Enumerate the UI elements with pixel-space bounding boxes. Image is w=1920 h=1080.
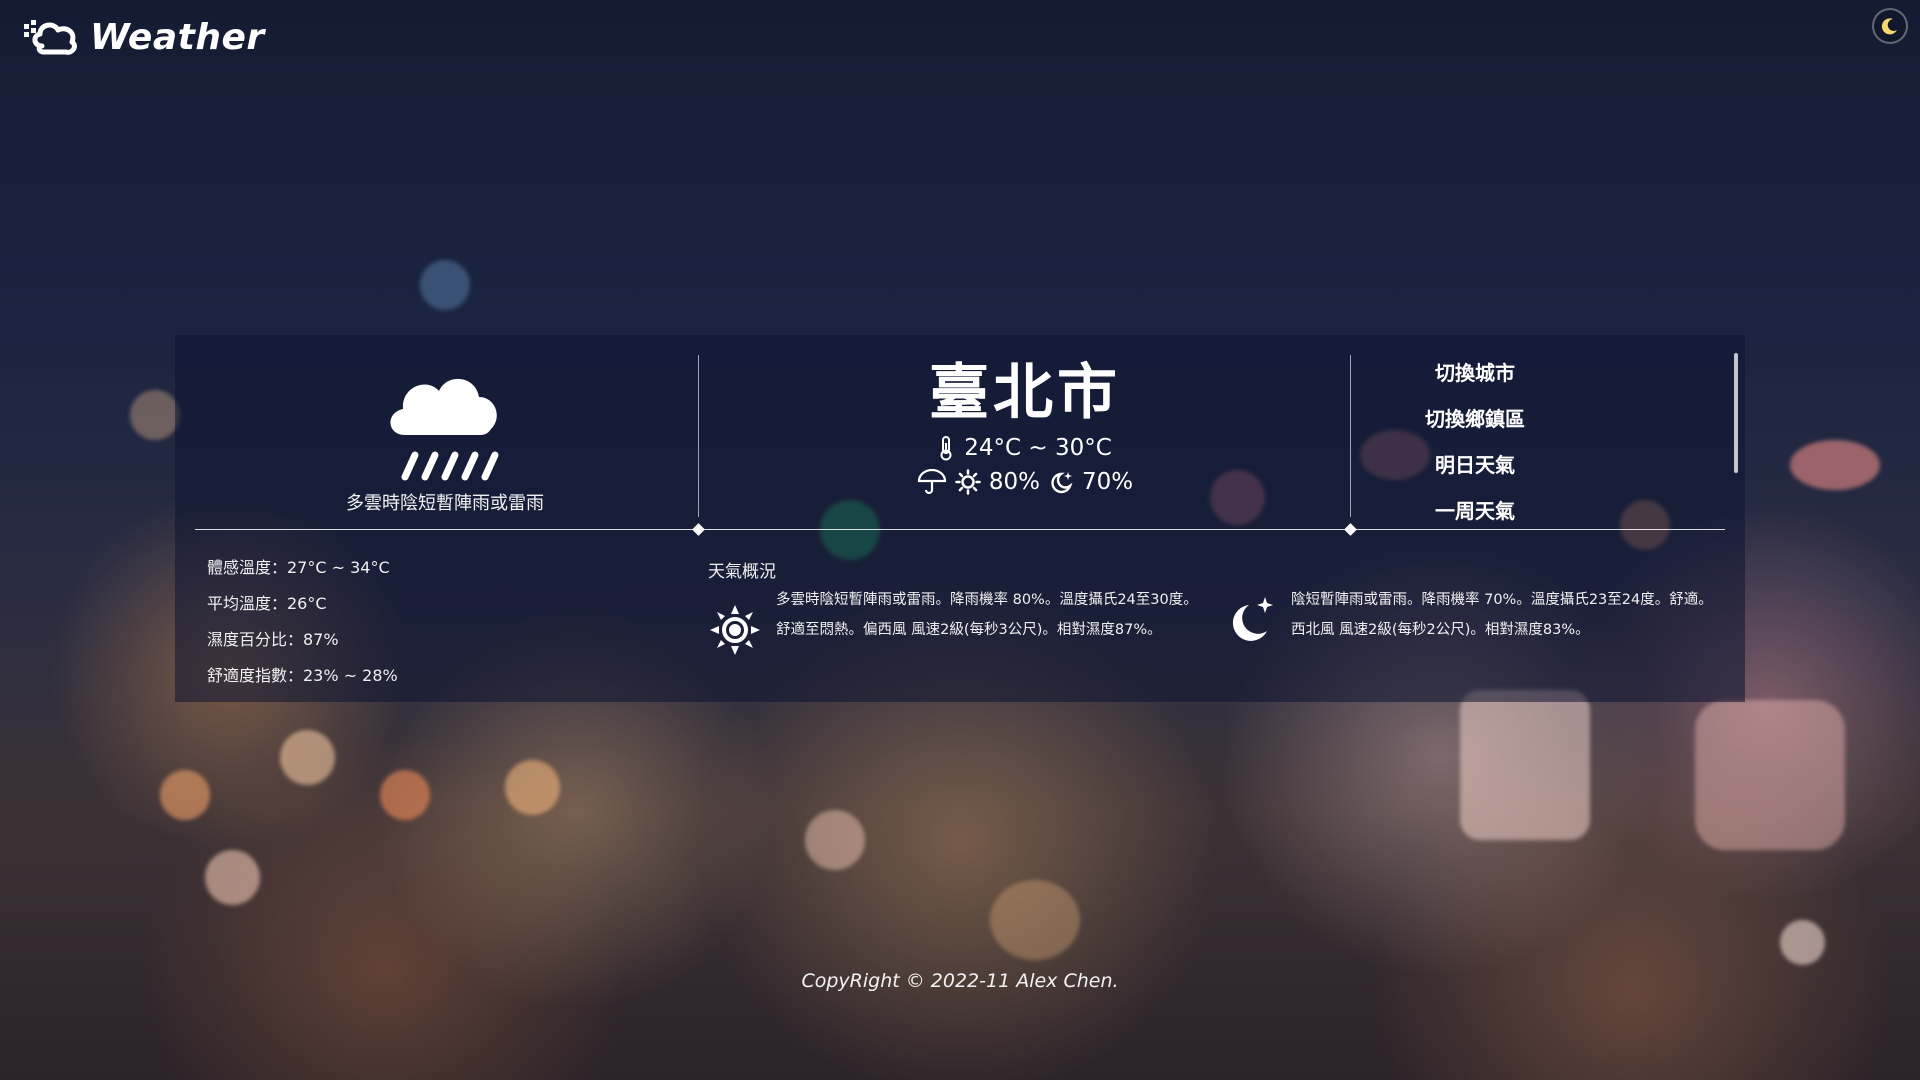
menu-scrollbar[interactable] <box>1734 353 1738 473</box>
footer-copyright: CopyRight © 2022-11 Alex Chen. <box>801 970 1119 992</box>
rain-probability-day: 80% <box>988 469 1040 495</box>
day-description: 多雲時陰短暫陣雨或雷雨。降雨機率 80%。溫度攝氏24至30度。舒適至悶熱。偏西… <box>776 592 1198 638</box>
moon-star-icon <box>1051 472 1073 494</box>
current-weather: 多雲時陰短暫陣雨或雷雨 <box>195 355 695 515</box>
night-description: 陰短暫陣雨或雷雨。降雨機率 70%。溫度攝氏23至24度。舒適。西北風 風速2級… <box>1291 592 1713 638</box>
humidity: 濕度百分比：87% <box>207 630 339 649</box>
moon-star-icon <box>1232 597 1273 641</box>
divider-vertical-left <box>698 355 699 517</box>
comfort-index: 舒適度指數：23% ~ 28% <box>207 666 398 685</box>
current-description: 多雲時陰短暫陣雨或雷雨 <box>346 493 544 514</box>
options-menu: 切換城市 切換鄉鎮區 明日天氣 一周天氣 <box>1355 350 1595 534</box>
rain-probability-row: 80% 70% <box>700 469 1350 495</box>
theme-toggle-button[interactable] <box>1872 8 1908 44</box>
moon-icon <box>1881 18 1897 35</box>
weather-card: 多雲時陰短暫陣雨或雷雨 臺北市 24°C ~ 30°C 80% 70% 切換城市… <box>175 335 1745 702</box>
divider-diamond-left <box>692 523 705 536</box>
temperature-row: 24°C ~ 30°C <box>700 435 1350 461</box>
logo-text: Weather <box>90 16 265 58</box>
city-summary: 臺北市 24°C ~ 30°C 80% 70% <box>700 355 1350 495</box>
temperature-range: 24°C ~ 30°C <box>964 435 1112 461</box>
sun-icon <box>955 469 981 495</box>
thermometer-icon <box>940 436 952 461</box>
weather-stats: 體感溫度：27°C ~ 34°C 平均溫度：26°C 濕度百分比：87% 舒適度… <box>207 550 398 694</box>
menu-tomorrow-weather[interactable]: 明日天氣 <box>1355 442 1595 488</box>
feels-like-temp: 體感溫度：27°C ~ 34°C <box>207 558 390 577</box>
overview-title: 天氣概況 <box>708 562 776 582</box>
menu-switch-city[interactable]: 切換城市 <box>1355 350 1595 396</box>
cloud-logo-icon <box>24 20 77 55</box>
rain-probability-night: 70% <box>1082 469 1134 495</box>
average-temp: 平均溫度：26°C <box>207 594 327 613</box>
app-logo[interactable]: Weather <box>22 16 265 58</box>
city-name: 臺北市 <box>929 358 1121 428</box>
day-overview: 多雲時陰短暫陣雨或雷雨。降雨機率 80%。溫度攝氏24至30度。舒適至悶熱。偏西… <box>708 591 1208 657</box>
night-overview: 陰短暫陣雨或雷雨。降雨機率 70%。溫度攝氏23至24度。舒適。西北風 風速2級… <box>1223 591 1723 649</box>
sun-icon <box>710 605 760 655</box>
menu-weekly-weather[interactable]: 一周天氣 <box>1355 488 1595 534</box>
cloud-rain-icon <box>390 378 499 481</box>
umbrella-icon <box>917 469 946 495</box>
menu-switch-district[interactable]: 切換鄉鎮區 <box>1355 396 1595 442</box>
divider-vertical-right <box>1350 355 1351 517</box>
